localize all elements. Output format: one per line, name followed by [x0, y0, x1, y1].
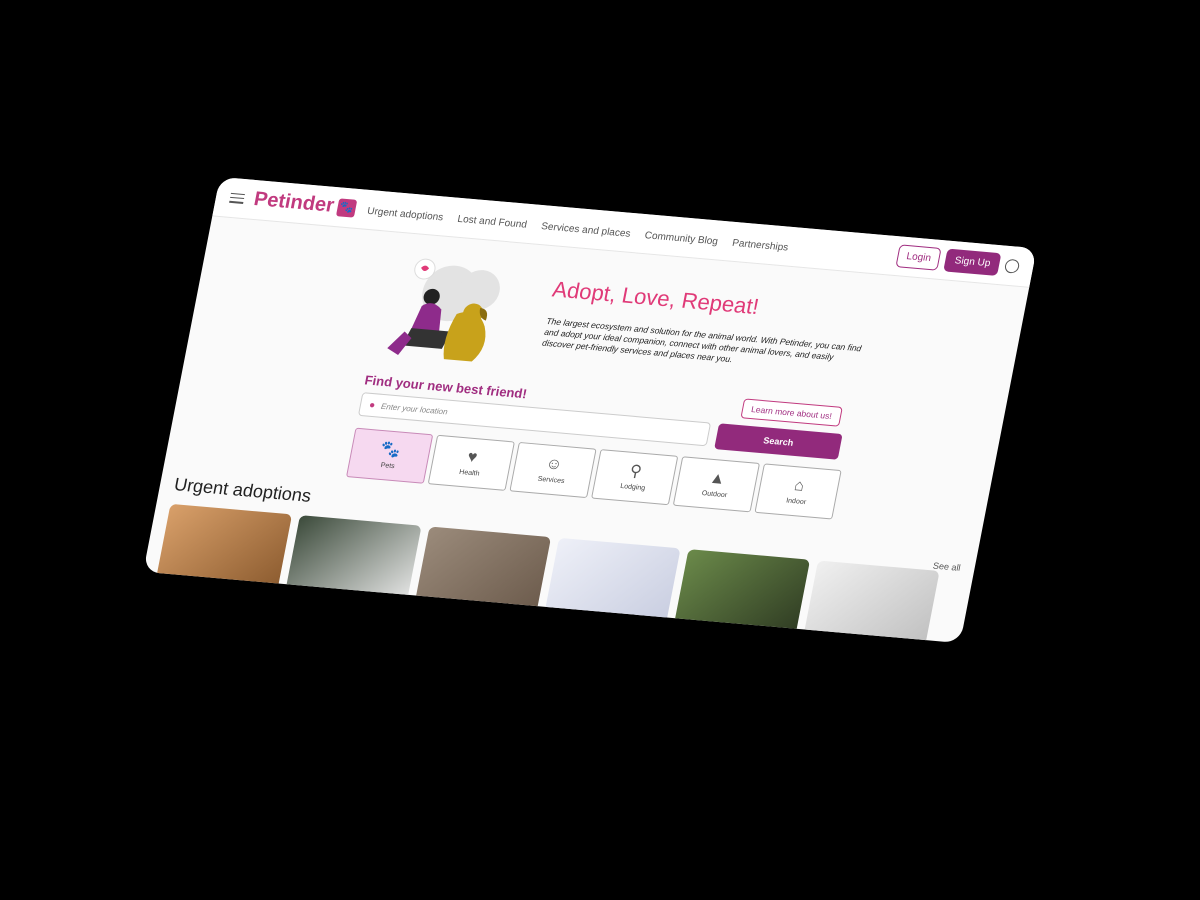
paw-icon: 🐾	[379, 440, 403, 460]
auth-area: Login Sign Up	[895, 244, 1021, 277]
nav-services-and-places[interactable]: Services and places	[540, 221, 631, 240]
paw-logo-icon: 🐾	[336, 197, 358, 218]
nav-partnerships[interactable]: Partnerships	[731, 237, 789, 253]
browser-card: Petinder 🐾 Urgent adoptions Lost and Fou…	[143, 176, 1037, 644]
logo[interactable]: Petinder 🐾	[252, 188, 358, 220]
nav-community-blog[interactable]: Community Blog	[644, 230, 719, 247]
category-lodging[interactable]: ⚲ Lodging	[591, 449, 679, 506]
pet-photo-kitten[interactable]	[414, 526, 552, 617]
hamburger-menu-icon[interactable]	[229, 192, 246, 204]
category-label: Pets	[380, 461, 396, 470]
urgent-adoptions-heading: Urgent adoptions	[172, 474, 313, 506]
main-nav: Urgent adoptions Lost and Found Services…	[366, 200, 800, 255]
category-label: Services	[537, 475, 566, 485]
pet-photo-white[interactable]	[543, 537, 681, 628]
pet-photo-dog[interactable]	[155, 503, 293, 594]
category-indoor[interactable]: ⌂ Indoor	[754, 463, 842, 520]
heart-pulse-icon: ♥	[466, 448, 479, 466]
category-label: Indoor	[785, 496, 807, 506]
search-button[interactable]: Search	[714, 423, 843, 460]
category-outdoor[interactable]: ▲ Outdoor	[672, 456, 761, 513]
house-heart-icon: ⌂	[792, 476, 806, 495]
pet-photo-cat[interactable]	[802, 560, 940, 644]
pet-photo-dog-2[interactable]	[673, 549, 811, 639]
category-pets[interactable]: 🐾 Pets	[345, 427, 434, 484]
learn-more-button[interactable]: Learn more about us!	[740, 398, 843, 427]
globe-icon[interactable]	[1003, 258, 1021, 274]
category-services[interactable]: ☺ Services	[509, 441, 597, 499]
nav-lost-and-found[interactable]: Lost and Found	[457, 213, 528, 230]
hero-illustration	[387, 258, 500, 362]
pet-photo-rabbit[interactable]	[284, 515, 422, 605]
map-pin-icon: ●	[368, 399, 377, 411]
nav-urgent-adoptions[interactable]: Urgent adoptions	[366, 205, 444, 222]
logo-text: Petinder	[252, 188, 336, 217]
people-icon: ☺	[544, 454, 564, 474]
login-button[interactable]: Login	[895, 244, 943, 271]
stage: Petinder 🐾 Urgent adoptions Lost and Fou…	[0, 0, 1200, 900]
map-pin-icon: ⚲	[628, 462, 644, 481]
category-label: Lodging	[619, 482, 646, 492]
hero-description: The largest ecosystem and solution for t…	[541, 315, 863, 365]
urgent-adoptions-list	[155, 503, 940, 644]
category-label: Outdoor	[701, 489, 728, 499]
category-label: Health	[458, 468, 481, 478]
signup-button[interactable]: Sign Up	[943, 248, 1002, 276]
tree-icon: ▲	[708, 469, 728, 488]
location-placeholder: Enter your location	[380, 401, 449, 417]
top-navbar: Petinder 🐾 Urgent adoptions Lost and Fou…	[212, 176, 1037, 288]
category-health[interactable]: ♥ Health	[427, 434, 515, 491]
hero-title: Adopt, Love, Repeat!	[550, 276, 762, 320]
